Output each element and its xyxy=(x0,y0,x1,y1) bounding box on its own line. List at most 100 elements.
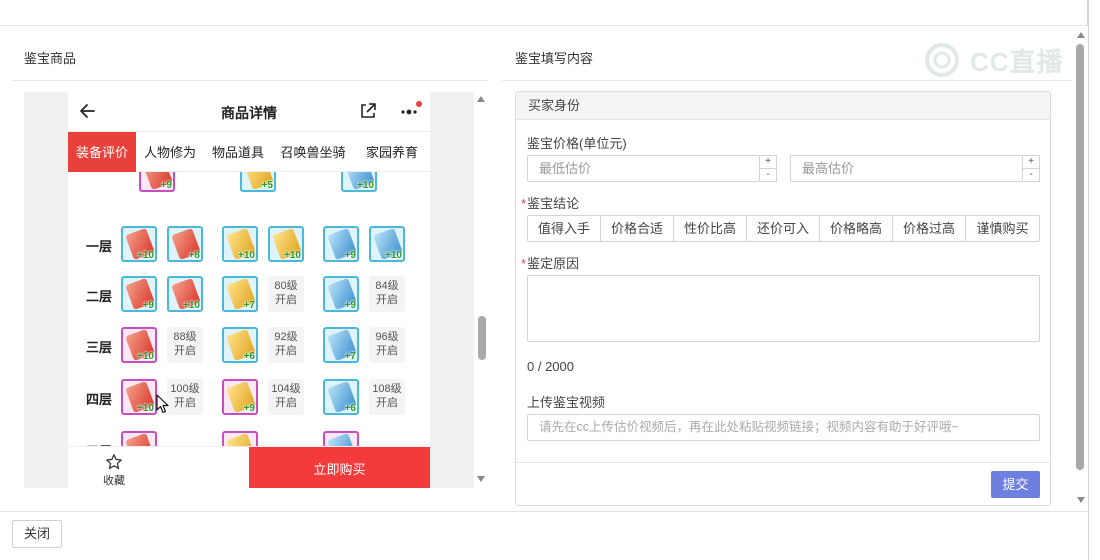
gold-equipment-icon xyxy=(226,433,256,446)
conclusion-option-too-high[interactable]: 价格过高 xyxy=(893,216,966,241)
equipment-slot[interactable]: +8 xyxy=(167,226,203,262)
slot-level: +10 xyxy=(137,403,154,414)
min-price-minus[interactable]: - xyxy=(760,169,776,181)
conclusion-option-good-value[interactable]: 性价比高 xyxy=(674,216,747,241)
left-divider xyxy=(12,80,488,81)
favorite-button[interactable]: 收藏 xyxy=(94,453,134,488)
slot-level: +10 xyxy=(137,351,154,362)
max-price-minus[interactable]: - xyxy=(1023,169,1039,181)
preview-scrollbar-thumb[interactable] xyxy=(478,316,486,360)
conclusion-option-worth-buying[interactable]: 值得入手 xyxy=(528,216,601,241)
page-scrollbar-thumb[interactable] xyxy=(1076,44,1084,470)
unlock-text: 开启 xyxy=(275,345,297,357)
unlock-level: 84级 xyxy=(375,280,399,292)
preview-scroll-up[interactable] xyxy=(477,96,485,102)
floor-label: 三层 xyxy=(86,340,113,355)
tab-equipment[interactable]: 装备评价 xyxy=(68,131,136,172)
tab-home[interactable]: 家园养育 xyxy=(354,132,430,172)
video-label: 上传鉴宝视频 xyxy=(527,395,606,410)
equipment-slot[interactable]: +9 xyxy=(222,379,258,415)
phone-screen: 商品详情 装备评价 人物修为 物品道具 召唤兽坐骑 家园养育 +9 +5 +10 一层… xyxy=(68,92,430,488)
equipment-slot[interactable]: +10 xyxy=(369,226,405,262)
equipment-slot[interactable] xyxy=(121,431,157,446)
equipment-slot[interactable]: +6 xyxy=(323,379,359,415)
equipment-slot[interactable]: +7 xyxy=(222,276,258,312)
blue-equipment-icon xyxy=(327,433,357,446)
equipment-slot[interactable]: +10 xyxy=(167,276,203,312)
slot-level: +9 xyxy=(243,403,255,414)
min-price-plus[interactable]: + xyxy=(760,156,776,169)
min-price-stepper[interactable]: + - xyxy=(760,155,777,182)
equipment-slot[interactable]: +10 xyxy=(121,379,157,415)
buy-now-button[interactable]: 立即购买 xyxy=(249,447,430,488)
unlock-text: 开启 xyxy=(275,294,297,306)
locked-slot: 80级开启 xyxy=(268,276,304,312)
conclusion-option-slightly-high[interactable]: 价格略高 xyxy=(820,216,893,241)
conclusion-label: *鉴宝结论 xyxy=(521,193,579,212)
max-price-plus[interactable]: + xyxy=(1023,156,1039,169)
unlock-text: 开启 xyxy=(275,397,297,409)
locked-slot: 92级开启 xyxy=(268,327,304,363)
conclusion-option-cautious[interactable]: 谨慎购买 xyxy=(966,216,1039,241)
required-mark: * xyxy=(521,196,527,211)
max-price-input[interactable]: 最高估价 xyxy=(790,155,1023,182)
floor-label: 一层 xyxy=(86,239,113,254)
more-icon[interactable] xyxy=(398,100,422,124)
slot-level: +10 xyxy=(238,250,255,261)
unlock-level: 80级 xyxy=(274,280,298,292)
conclusion-options: 值得入手 价格合适 性价比高 还价可入 价格略高 价格过高 谨慎购买 xyxy=(527,215,1040,242)
conclusion-option-fair-price[interactable]: 价格合适 xyxy=(601,216,674,241)
locked-slot: 84级 开启 xyxy=(369,276,405,312)
watermark-logo: CC直播 xyxy=(922,40,1072,80)
max-price-stepper[interactable]: + - xyxy=(1023,155,1040,182)
slot-level: +9 xyxy=(142,300,154,311)
phone-tabs: 装备评价 人物修为 物品道具 召唤兽坐骑 家园养育 xyxy=(68,131,430,172)
submit-button[interactable]: 提交 xyxy=(991,471,1040,498)
equipment-slot[interactable] xyxy=(222,431,258,446)
unlock-level: 92级 xyxy=(274,331,298,343)
close-button[interactable]: 关闭 xyxy=(12,520,62,548)
reason-textarea[interactable] xyxy=(527,275,1040,342)
reason-label: *鉴定原因 xyxy=(521,253,579,272)
slot-level: +10 xyxy=(284,250,301,261)
unlock-level: 104级 xyxy=(271,383,301,395)
appraisal-form-card: 买家身份 鉴宝价格(单位元) 最低估价 + - 最高估价 + - *鉴宝结论 值… xyxy=(515,91,1051,506)
equipment-slot[interactable]: +10 xyxy=(222,226,258,262)
equipment-slot[interactable]: +10 xyxy=(341,172,377,192)
product-preview-frame[interactable]: 商品详情 装备评价 人物修为 物品道具 召唤兽坐骑 家园养育 +9 +5 +10 一层… xyxy=(24,92,474,488)
locked-slot: 100级 开启 xyxy=(167,379,203,415)
unlock-level: 88级 xyxy=(173,331,197,343)
tab-items[interactable]: 物品道具 xyxy=(204,132,272,172)
red-equipment-icon xyxy=(125,433,155,446)
equipment-slot[interactable] xyxy=(323,431,359,446)
page-scroll-down[interactable] xyxy=(1077,497,1085,503)
floor-label: 二层 xyxy=(86,289,113,304)
phone-header: 商品详情 xyxy=(68,92,430,132)
equipment-slot[interactable]: +10 xyxy=(121,226,157,262)
tab-character[interactable]: 人物修为 xyxy=(136,132,204,172)
equipment-slot[interactable]: +7 xyxy=(323,327,359,363)
slot-level: +10 xyxy=(357,180,374,191)
min-price-input[interactable]: 最低估价 xyxy=(527,155,760,182)
preview-scroll-down[interactable] xyxy=(477,476,485,482)
footer-divider xyxy=(0,511,1088,512)
equipment-slot[interactable]: +9 xyxy=(323,276,359,312)
equipment-slot[interactable]: +10 xyxy=(268,226,304,262)
reason-label-text: 鉴定原因 xyxy=(527,256,580,271)
equipment-slot[interactable]: +9 xyxy=(121,276,157,312)
equipment-slot[interactable]: +6 xyxy=(222,327,258,363)
equipment-slot[interactable]: +5 xyxy=(240,172,276,192)
page-scroll-up[interactable] xyxy=(1077,32,1085,38)
video-link-input[interactable]: 请先在cc上传估价视频后，再在此处粘贴视频链接；视频内容有助于好评哦~ xyxy=(527,414,1040,441)
equipment-slot[interactable]: +9 xyxy=(139,172,175,192)
share-icon[interactable] xyxy=(358,101,378,121)
equipment-slot[interactable]: +10 xyxy=(121,327,157,363)
slot-level: +10 xyxy=(385,250,402,261)
conclusion-option-bargain[interactable]: 还价可入 xyxy=(747,216,820,241)
equipment-grid: +9 +5 +10 一层 +10 +8 +10 +10 +9 +10 二层 +9 +10 +7 80级开启 +… xyxy=(68,172,430,446)
star-icon xyxy=(106,454,122,470)
equipment-slot[interactable]: +9 xyxy=(323,226,359,262)
card-footer-divider xyxy=(516,462,1050,463)
tab-summon-mounts[interactable]: 召唤兽坐骑 xyxy=(272,132,354,172)
right-panel-title: 鉴宝填写内容 xyxy=(515,51,594,66)
